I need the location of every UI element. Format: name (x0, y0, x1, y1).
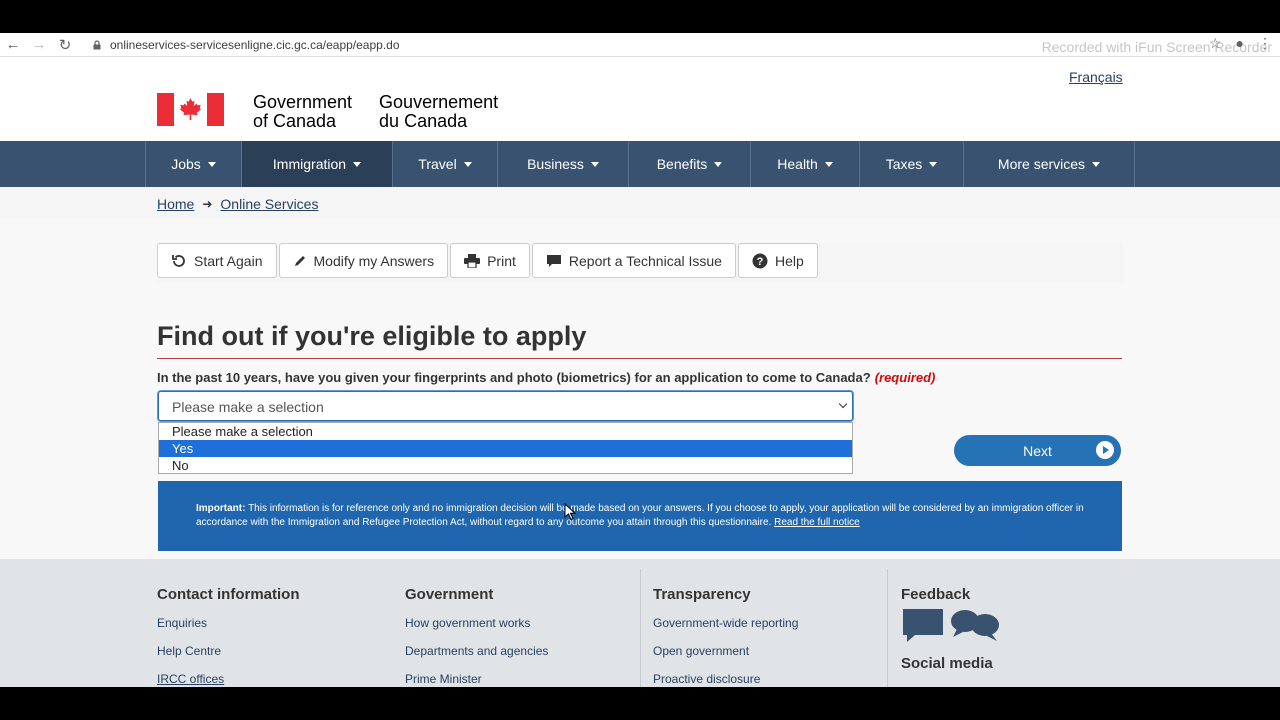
menu-item-jobs[interactable]: Jobs (146, 141, 242, 187)
gov-name-french: Gouvernement du Canada (379, 92, 499, 131)
footer-divider (640, 569, 641, 687)
menu-item-travel[interactable]: Travel (393, 141, 498, 187)
caret-down-icon (590, 161, 599, 167)
menu-item-taxes[interactable]: Taxes (860, 141, 964, 187)
option-no[interactable]: No (159, 457, 852, 474)
breadcrumb-online-services-link[interactable]: Online Services (220, 196, 318, 212)
biometrics-select[interactable]: Please make a selection (158, 391, 853, 421)
menu-item-more-services[interactable]: More services (964, 141, 1135, 187)
breadcrumb-home-link[interactable]: Home (157, 196, 194, 212)
url-text: onlineservices-servicesenligne.cic.gc.ca… (110, 37, 400, 52)
footer-contact: Contact information Enquiries Help Centr… (157, 586, 300, 686)
footer-link-enquiries[interactable]: Enquiries (157, 616, 300, 630)
caret-down-icon (207, 161, 216, 167)
footer-link-open-government[interactable]: Open government (653, 644, 798, 658)
footer-link-ircc-offices[interactable]: IRCC offices (157, 672, 300, 686)
option-please-select[interactable]: Please make a selection (159, 423, 852, 440)
required-marker: (required) (874, 370, 936, 385)
print-button[interactable]: Print (450, 243, 530, 278)
menu-item-health[interactable]: Health (751, 141, 860, 187)
caret-down-icon (463, 161, 472, 167)
forward-arrow-icon[interactable]: → (26, 34, 52, 56)
comment-icon (546, 254, 561, 267)
mouse-cursor-icon (564, 503, 576, 521)
page-title: Find out if you're eligible to apply (157, 321, 587, 351)
caret-down-icon (353, 161, 362, 167)
pencil-icon (294, 255, 305, 266)
svg-text:?: ? (757, 256, 764, 268)
help-button[interactable]: ? Help (737, 243, 818, 278)
play-circle-icon (1096, 441, 1114, 459)
footer-link-help-centre[interactable]: Help Centre (157, 644, 300, 658)
refresh-icon (172, 254, 185, 267)
caret-down-icon (714, 161, 723, 167)
lock-icon (93, 39, 101, 49)
menu-item-business[interactable]: Business (498, 141, 629, 187)
footer-divider (887, 569, 888, 687)
footer-link-prime-minister[interactable]: Prime Minister (405, 672, 548, 686)
option-yes[interactable]: Yes (159, 440, 852, 457)
chevron-down-icon (838, 399, 848, 409)
question-label: In the past 10 years, have you given you… (157, 370, 936, 385)
footer-transparency: Transparency Government-wide reporting O… (653, 586, 799, 686)
video-bottom-border (0, 687, 1280, 720)
question-circle-icon: ? (752, 253, 768, 268)
video-top-border (0, 0, 1280, 33)
web-page: Français Government of Canada Gouverneme… (0, 57, 1280, 687)
breadcrumb: Home ➜ Online Services (0, 187, 1280, 219)
printer-icon (464, 253, 481, 268)
footer-feedback: Feedback Social media (901, 586, 1001, 685)
footer-government: Government How government works Departme… (405, 586, 549, 686)
select-dropdown-list[interactable]: Please make a selection Yes No (158, 422, 853, 474)
caret-down-icon (929, 161, 938, 167)
screen: ← → ↻ onlineservices-servicesenligne.cic… (0, 0, 1280, 720)
maple-leaf-icon (179, 98, 202, 120)
footer-link-reporting[interactable]: Government-wide reporting (653, 616, 798, 630)
government-signature[interactable]: Government of Canada Gouvernement du Can… (157, 93, 498, 131)
caret-down-icon (824, 161, 833, 167)
report-issue-button[interactable]: Report a Technical Issue (531, 243, 736, 278)
start-again-button[interactable]: Start Again (157, 243, 277, 278)
important-notice: Important: This information is for refer… (158, 481, 1122, 551)
main-menu: Jobs Immigration Travel Business Benefit… (0, 141, 1280, 187)
menu-item-immigration[interactable]: Immigration (242, 141, 393, 187)
recorder-watermark: Recorded with iFun Screen Recorder (1041, 39, 1272, 55)
action-toolbar: Start Again Modify my Answers Print Repo… (157, 243, 1123, 283)
reload-icon[interactable]: ↻ (52, 34, 78, 56)
read-full-notice-link[interactable]: Read the full notice (774, 517, 860, 528)
footer-link-departments[interactable]: Departments and agencies (405, 644, 548, 658)
back-arrow-icon[interactable]: ← (0, 34, 26, 56)
next-button[interactable]: Next (954, 435, 1121, 466)
language-toggle-link[interactable]: Français (1069, 69, 1123, 85)
footer-link-how-government-works[interactable]: How government works (405, 616, 548, 630)
gov-name-english: Government of Canada (253, 92, 353, 131)
title-underline (157, 358, 1122, 359)
site-footer: Contact information Enquiries Help Centr… (0, 559, 1280, 687)
main-content: Start Again Modify my Answers Print Repo… (0, 219, 1280, 559)
social-media-heading: Social media (901, 655, 993, 672)
arrow-right-icon: ➜ (202, 197, 213, 211)
canada-flag-icon (157, 93, 224, 126)
feedback-icon[interactable] (901, 607, 1001, 643)
menu-item-benefits[interactable]: Benefits (629, 141, 751, 187)
modify-answers-button[interactable]: Modify my Answers (278, 243, 449, 278)
caret-down-icon (1092, 161, 1101, 167)
footer-link-proactive-disclosure[interactable]: Proactive disclosure (653, 672, 798, 686)
